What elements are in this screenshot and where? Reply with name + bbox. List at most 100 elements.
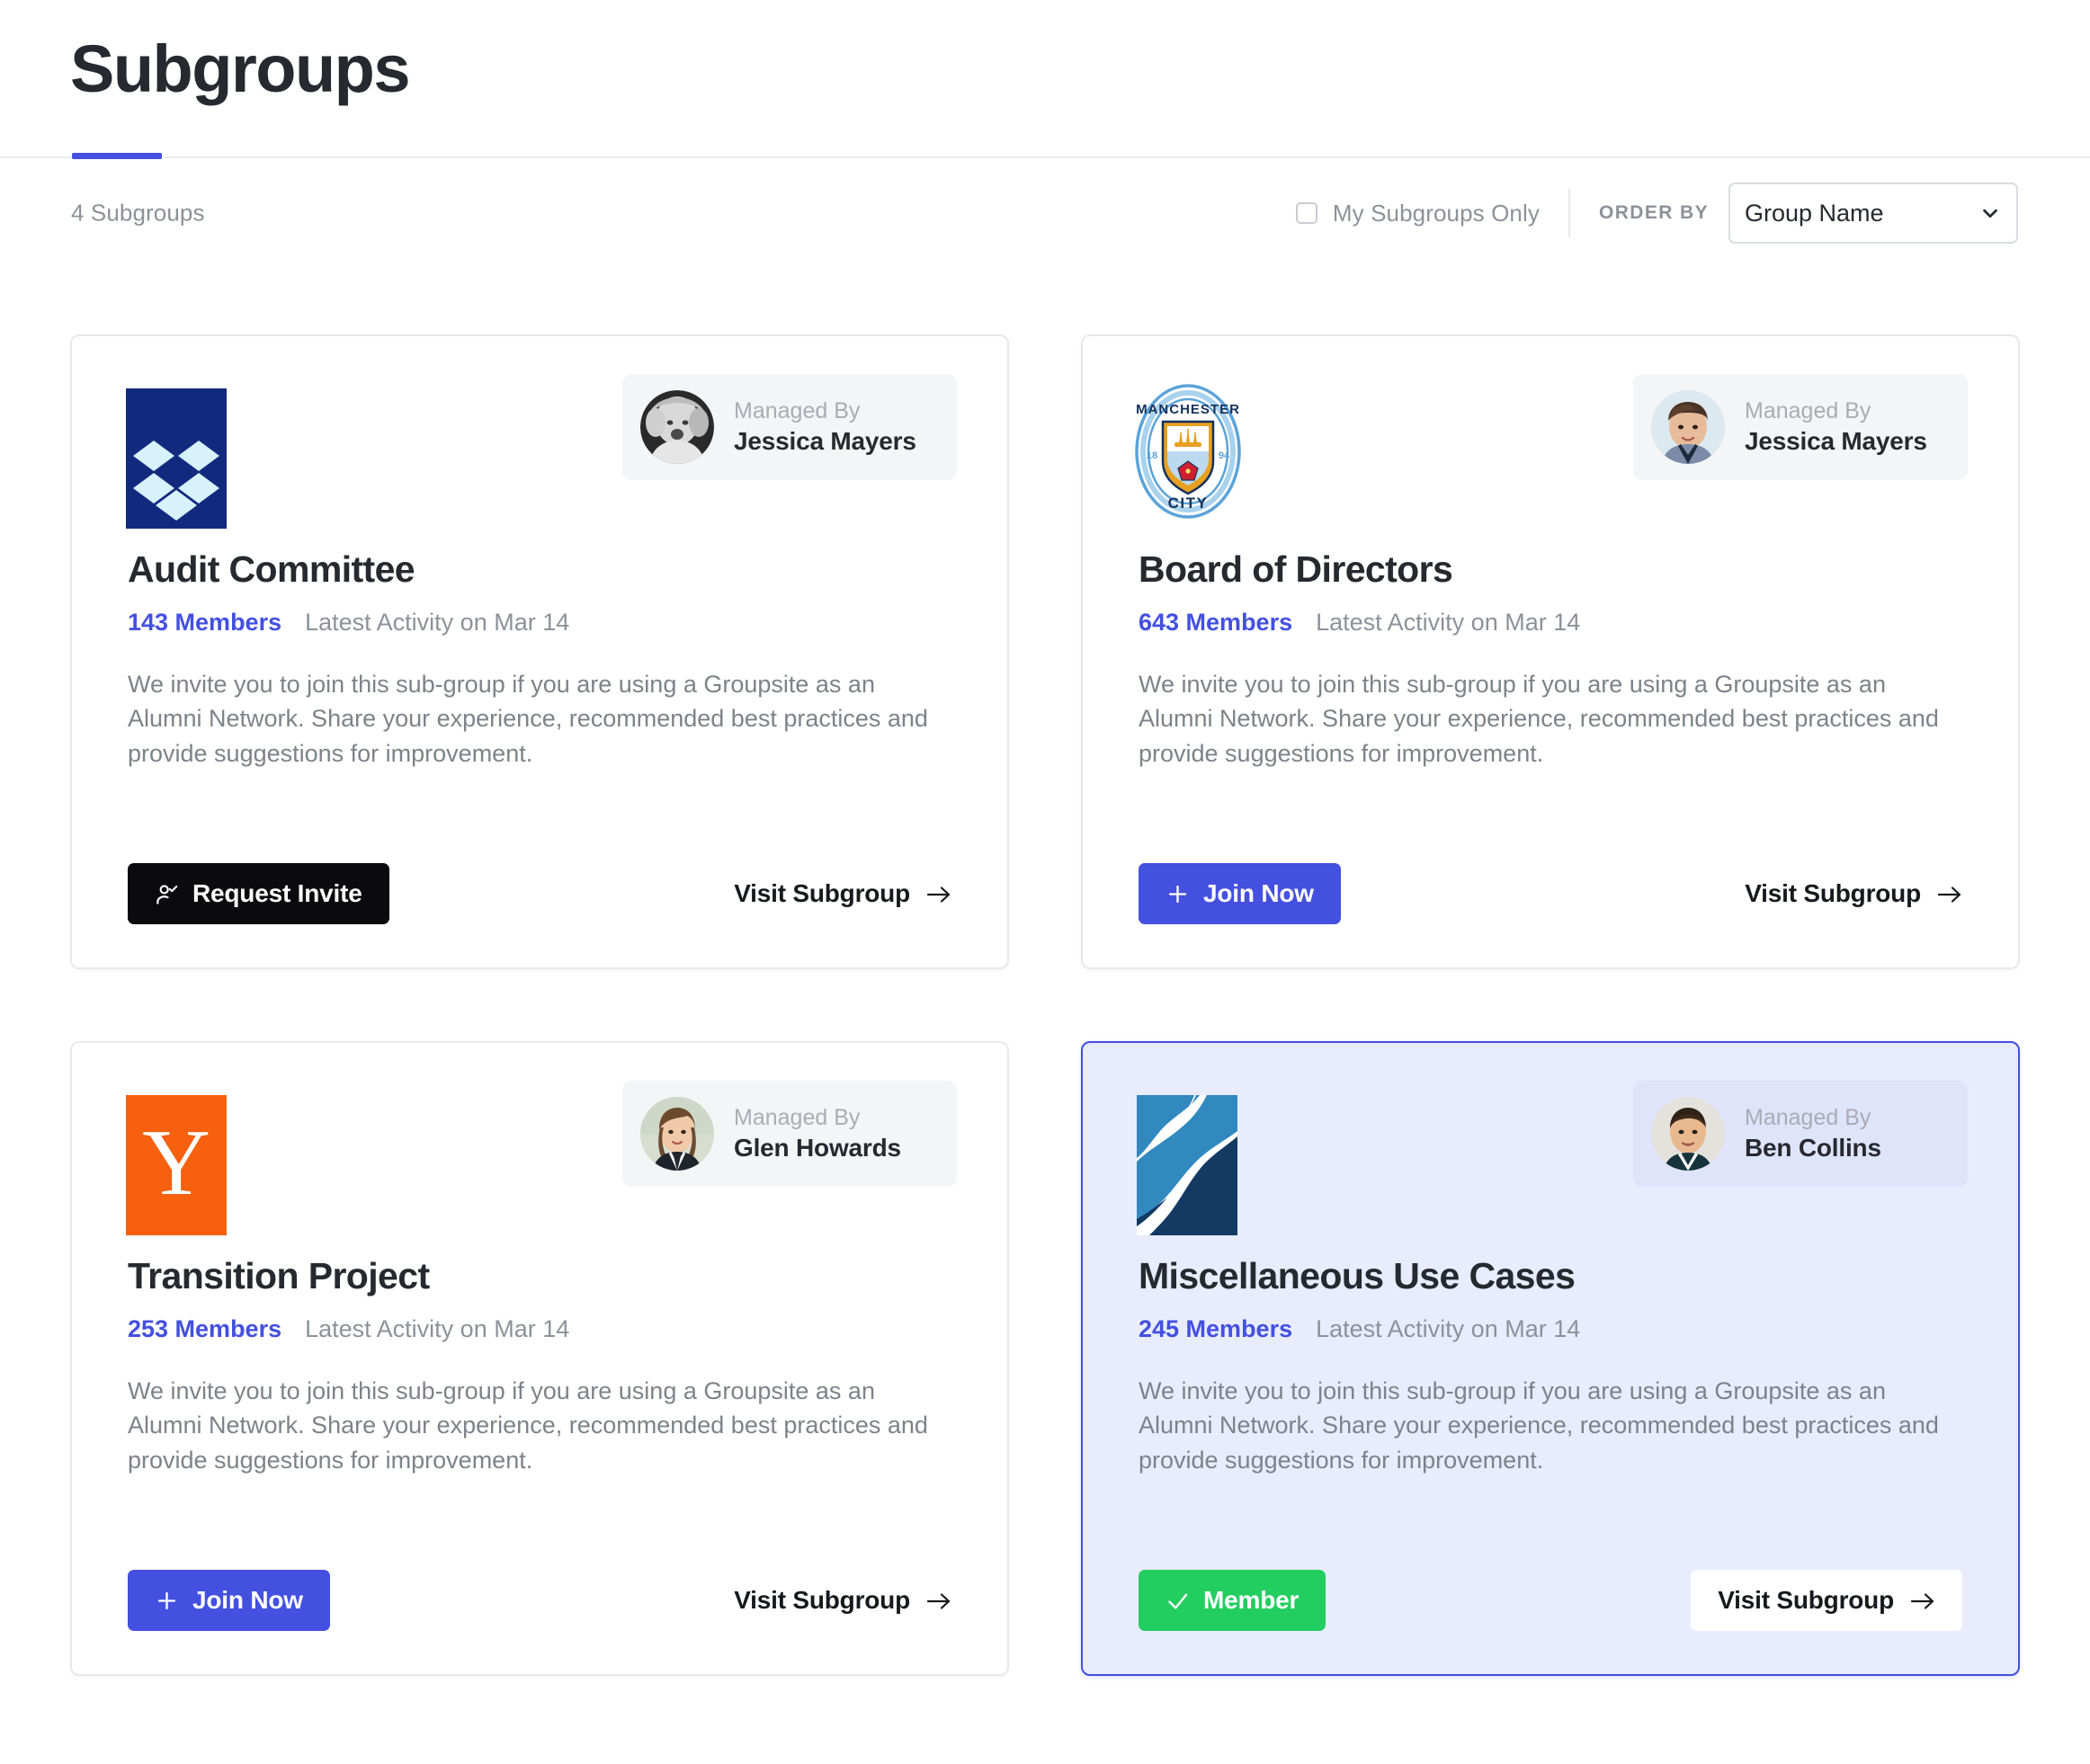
y-combinator-letter: Y [142,1109,210,1215]
visit-subgroup-link[interactable]: Visit Subgroup [734,1570,951,1631]
join-now-label: Join Now [192,1586,303,1614]
card-body: Miscellaneous Use Cases 245 Members Late… [1083,1255,2018,1477]
avatar [1651,1097,1725,1171]
subgroup-description: We invite you to join this sub-group if … [128,671,928,767]
member-count: 643 Members [1139,609,1293,636]
card-header: Managed By Jessica Mayers [72,336,1007,529]
card-meta: 245 Members Latest Activity on Mar 14 [1139,1315,1962,1343]
request-invite-button[interactable]: Request Invite [128,863,389,924]
order-by-label: ORDER BY [1598,202,1709,223]
check-icon [1166,1589,1190,1613]
managed-by-label: Managed By [1745,1105,1871,1131]
svg-text:MANCHESTER: MANCHESTER [1136,402,1240,417]
avatar [640,1097,714,1171]
abstract-blue-logo [1137,1095,1237,1235]
card-body: Transition Project 253 Members Latest Ac… [72,1255,1007,1477]
svg-text:18: 18 [1147,450,1157,461]
visit-subgroup-label: Visit Subgroup [1718,1586,1894,1614]
card-actions: Join Now Visit Subgroup [128,1570,951,1631]
subgroup-count: 4 Subgroups [71,199,205,227]
checkbox-box-icon[interactable] [1295,202,1317,224]
avatar [1651,390,1725,464]
card-actions: Join Now Visit Subgroup [1139,863,1962,924]
page-header: Subgroups [0,0,2090,159]
card-meta: 253 Members Latest Activity on Mar 14 [128,1315,951,1343]
person-check-icon [155,882,179,906]
subgroups-toolbar: 4 Subgroups My Subgroups Only ORDER BY G… [0,158,2090,268]
manchester-city-crest: MANCHESTER CITY 18 94 [1130,381,1246,521]
card-header: MANCHESTER CITY 18 94 Managed By Jessica… [1083,336,2018,527]
subgroup-card[interactable]: Managed By Jessica Mayers Audit Committe… [70,334,1009,969]
page-title: Subgroups [70,31,411,106]
subgroup-card-grid: Managed By Jessica Mayers Audit Committe… [70,334,2020,1676]
subgroup-card[interactable]: MANCHESTER CITY 18 94 Managed By Jessica… [1081,334,2020,969]
subgroups-page: Subgroups 4 Subgroups My Subgroups Only … [0,0,2090,1764]
manager-name: Ben Collins [1745,1133,1881,1162]
manager-text: Managed By Ben Collins [1745,1105,1881,1163]
managed-by-pill: Managed By Jessica Mayers [1633,374,1968,480]
latest-activity: Latest Activity on Mar 14 [305,609,570,636]
plus-icon [1166,882,1190,906]
card-header: Y Managed By Glen Howards [72,1043,1007,1235]
manager-text: Managed By Jessica Mayers [734,398,916,456]
join-now-label: Join Now [1203,879,1314,907]
card-actions: Member Visit Subgroup [1139,1570,1962,1631]
managed-by-pill: Managed By Glen Howards [622,1081,957,1187]
member-count: 143 Members [128,609,282,636]
card-meta: 643 Members Latest Activity on Mar 14 [1139,609,1962,637]
manager-text: Managed By Glen Howards [734,1105,901,1163]
subgroup-card[interactable]: Managed By Ben Collins Miscellaneous Use… [1081,1041,2020,1676]
latest-activity: Latest Activity on Mar 14 [305,1315,570,1342]
request-invite-label: Request Invite [192,879,362,907]
visit-subgroup-label: Visit Subgroup [734,879,910,907]
managed-by-label: Managed By [1745,398,1871,424]
join-now-button[interactable]: Join Now [1139,863,1341,924]
member-count: 245 Members [1139,1315,1293,1342]
dropbox-logo [126,388,227,529]
subgroup-title: Board of Directors [1139,548,1453,590]
subgroup-title: Transition Project [128,1255,430,1296]
subgroup-title: Audit Committee [128,548,415,590]
latest-activity: Latest Activity on Mar 14 [1316,1315,1581,1342]
order-by-value: Group Name [1745,199,1884,227]
my-subgroups-only-checkbox[interactable]: My Subgroups Only [1295,200,1568,227]
subgroup-card[interactable]: Y Managed By Glen Howards Transition Pro… [70,1041,1009,1676]
subgroup-title: Miscellaneous Use Cases [1139,1255,1576,1296]
member-status-label: Member [1203,1586,1300,1614]
managed-by-pill: Managed By Ben Collins [1633,1081,1968,1187]
card-body: Board of Directors 643 Members Latest Ac… [1083,548,2018,771]
y-combinator-logo: Y [126,1095,227,1235]
join-now-button[interactable]: Join Now [128,1570,330,1631]
arrow-right-icon [926,1590,951,1611]
visit-subgroup-label: Visit Subgroup [734,1586,910,1614]
subgroup-description: We invite you to join this sub-group if … [1139,1377,1939,1474]
manager-name: Glen Howards [734,1133,901,1162]
latest-activity: Latest Activity on Mar 14 [1316,609,1581,636]
plus-icon [155,1589,179,1613]
visit-subgroup-label: Visit Subgroup [1745,879,1921,907]
arrow-right-icon [1937,883,1962,904]
card-header: Managed By Ben Collins [1083,1043,2018,1235]
toolbar-controls: My Subgroups Only ORDER BY Group Name [1295,183,2018,244]
arrow-right-icon [926,883,951,904]
card-body: Audit Committee 143 Members Latest Activ… [72,548,1007,771]
arrow-right-icon [1910,1590,1935,1611]
manager-name: Jessica Mayers [734,426,916,455]
card-actions: Request Invite Visit Subgroup [128,863,951,924]
manager-text: Managed By Jessica Mayers [1745,398,1927,456]
order-by-select[interactable]: Group Name [1728,183,2018,244]
managed-by-pill: Managed By Jessica Mayers [622,374,957,480]
managed-by-label: Managed By [734,1105,861,1131]
member-status-button[interactable]: Member [1139,1570,1326,1631]
member-count: 253 Members [128,1315,282,1342]
visit-subgroup-link[interactable]: Visit Subgroup [734,863,951,924]
svg-text:94: 94 [1219,450,1230,461]
subgroup-description: We invite you to join this sub-group if … [128,1377,928,1474]
manager-name: Jessica Mayers [1745,426,1927,455]
subgroup-description: We invite you to join this sub-group if … [1139,671,1939,767]
card-meta: 143 Members Latest Activity on Mar 14 [128,609,951,637]
chevron-down-icon[interactable] [1980,203,2000,223]
visit-subgroup-link[interactable]: Visit Subgroup [1745,863,1962,924]
visit-subgroup-link[interactable]: Visit Subgroup [1691,1570,1962,1631]
avatar [640,390,714,464]
